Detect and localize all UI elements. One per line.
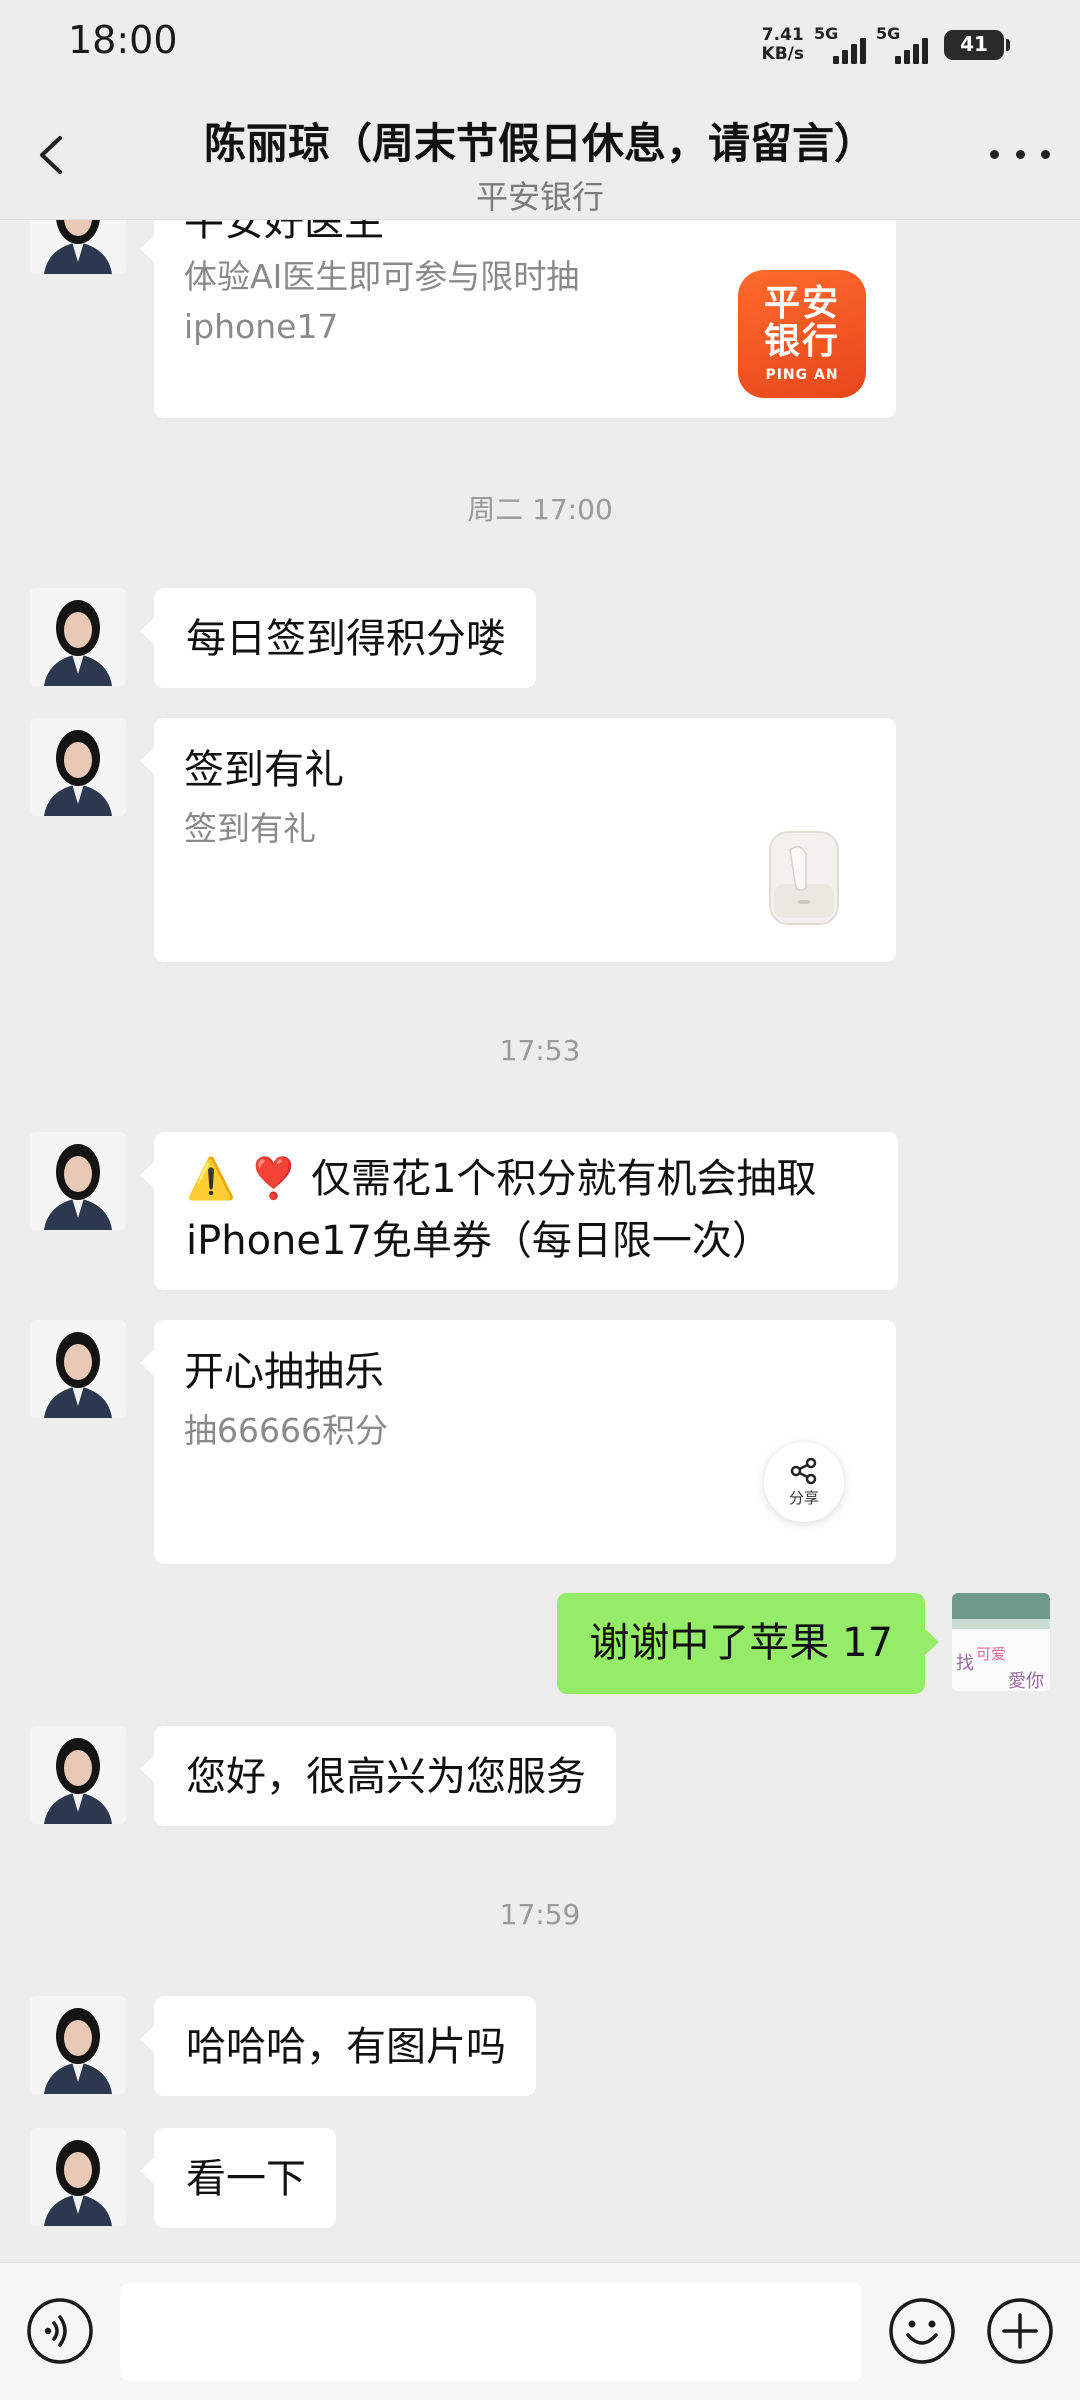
share-button[interactable]: 分享	[764, 1442, 844, 1522]
agent-avatar-icon	[30, 1996, 126, 2094]
network-speed-unit: KB/s	[761, 44, 804, 64]
chevron-left-icon	[40, 136, 62, 174]
agent-avatar[interactable]	[30, 1320, 126, 1418]
signal-icon-2: 5G	[876, 22, 928, 68]
my-avatar-text-2: 可爱	[976, 1645, 1006, 1663]
chat-header: 陈丽琼（周末节假日休息，请留言） 平安银行	[0, 90, 1080, 220]
status-time: 18:00	[68, 18, 178, 62]
message-bubble[interactable]: 看一下	[140, 2128, 336, 2228]
agent-avatar[interactable]	[30, 1132, 126, 1230]
message-bubble-lottery[interactable]: ⚠️ ❣️ 仅需花1个积分就有机会抽取 iPhone17免单券（每日限一次）	[140, 1132, 898, 1290]
card-lottery-title: 开心抽抽乐	[184, 1349, 384, 1395]
plus-icon	[987, 2298, 1053, 2364]
more-features-button[interactable]	[986, 2297, 1054, 2365]
pingan-logo: 平安银行 PING AN	[738, 270, 866, 398]
agent-avatar[interactable]	[30, 718, 126, 816]
agent-avatar-icon	[30, 1726, 126, 1824]
my-avatar-icon: 找 可爱 愛你	[952, 1593, 1050, 1691]
chat-screen: 18:00 7.41 KB/s 5G 5G 41 陈丽琼（周末节假日休息，请留言…	[0, 0, 1080, 2400]
message-line: ⚠️ ❣️ 仅需花1个积分就有机会抽取	[186, 1156, 817, 1202]
message-line: iPhone17免单券（每日限一次）	[186, 1218, 772, 1264]
emoji-icon	[889, 2298, 955, 2364]
timestamp: 17:53	[499, 1034, 581, 1067]
pingan-logo-sub: PING AN	[765, 367, 839, 383]
card-checkin-title: 签到有礼	[184, 747, 344, 793]
signal-icon-1: 5G	[814, 22, 866, 68]
sent-message-bubble[interactable]: 谢谢中了苹果 17	[557, 1593, 939, 1694]
card-doctor[interactable]: 平安好医生 体验AI医生即可参与限时抽 iphone17 平安银行 PING A…	[140, 199, 896, 418]
voice-button[interactable]	[26, 2297, 94, 2365]
voice-icon	[27, 2298, 93, 2364]
agent-avatar[interactable]	[30, 2128, 126, 2226]
message-input[interactable]	[120, 2283, 862, 2381]
agent-avatar-icon	[30, 588, 126, 686]
more-dot-icon	[1015, 149, 1025, 159]
more-options-button[interactable]	[990, 134, 1050, 174]
timestamp: 17:59	[499, 1898, 581, 1931]
chat-subtitle: 平安银行	[475, 178, 604, 216]
earbuds-thumbnail-icon	[769, 831, 839, 925]
timestamp: 周二 17:00	[467, 493, 613, 526]
message-bubble[interactable]: 每日签到得积分喽	[140, 588, 536, 688]
agent-avatar-icon	[30, 718, 126, 816]
input-bar	[0, 2262, 1080, 2400]
my-avatar[interactable]: 找 可爱 愛你	[952, 1593, 1050, 1691]
my-avatar-text-1: 找	[956, 1653, 974, 1674]
agent-avatar-icon	[30, 1320, 126, 1418]
emoji-button[interactable]	[888, 2297, 956, 2365]
more-dot-icon	[1041, 149, 1050, 159]
card-lottery-desc: 抽66666积分	[184, 1411, 388, 1450]
agent-avatar[interactable]	[30, 588, 126, 686]
share-label: 分享	[788, 1488, 819, 1507]
message-bubble[interactable]: 哈哈哈，有图片吗	[140, 1996, 536, 2096]
agent-avatar[interactable]	[30, 1996, 126, 2094]
my-avatar-text-3: 愛你	[1008, 1671, 1044, 1691]
message-bubble[interactable]: 您好，很高兴为您服务	[140, 1726, 616, 1826]
agent-avatar-icon	[30, 2128, 126, 2226]
status-bar: 18:00 7.41 KB/s 5G 5G 41	[0, 0, 1080, 90]
pingan-logo-text: 平安银行	[763, 283, 840, 362]
agent-avatar-icon	[30, 1132, 126, 1230]
status-indicators: 7.41 KB/s 5G 5G 41	[762, 20, 1010, 70]
battery-icon: 41	[944, 30, 1010, 60]
card-lottery[interactable]: 开心抽抽乐 抽66666积分 分享	[140, 1320, 896, 1564]
network-speed-value: 7.41	[761, 25, 804, 45]
back-button[interactable]	[28, 130, 78, 180]
more-dot-icon	[990, 149, 999, 159]
network-speed: 7.41 KB/s	[762, 26, 804, 64]
card-checkin[interactable]: 签到有礼 签到有礼	[140, 718, 896, 962]
chat-title: 陈丽琼（周末节假日休息，请留言）	[203, 119, 876, 168]
battery-level: 41	[960, 32, 988, 56]
share-icon	[790, 1457, 817, 1484]
agent-avatar[interactable]	[30, 1726, 126, 1824]
